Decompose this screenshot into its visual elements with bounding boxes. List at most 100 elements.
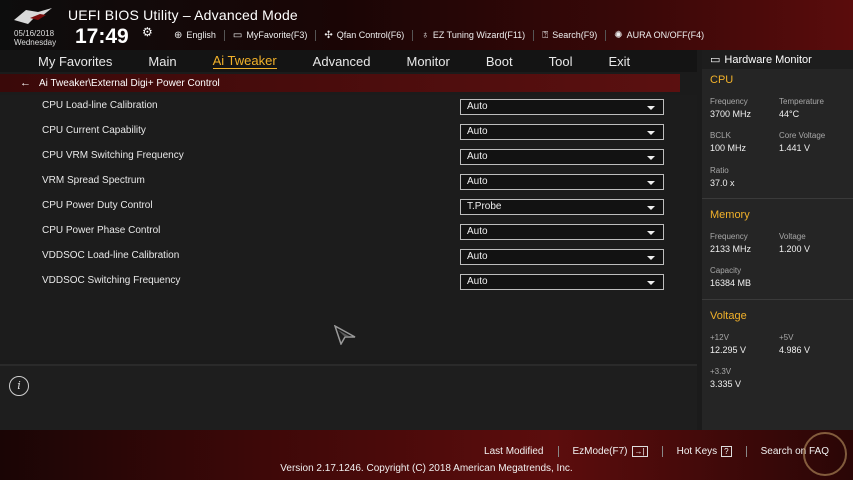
chevron-down-icon [647, 181, 655, 185]
tab-monitor[interactable]: Monitor [407, 54, 450, 69]
bottom-links: Last Modified EzMode(F7) →| Hot Keys ? S… [470, 446, 843, 457]
toolbar-aura-label: AURA ON/OFF(F4) [626, 30, 705, 40]
chevron-down-icon [647, 281, 655, 285]
monitor-icon: ▭ [710, 54, 721, 66]
setting-dropdown[interactable]: Auto [460, 224, 664, 240]
tab-advanced[interactable]: Advanced [313, 54, 371, 69]
chevron-down-icon [647, 206, 655, 210]
setting-row[interactable]: VDDSOC Load-line Calibration Auto [0, 245, 697, 270]
setting-value: Auto [467, 226, 488, 237]
ezmode-label: EzMode(F7) [572, 446, 628, 457]
settings-panel: CPU Load-line Calibration Auto CPU Curre… [0, 95, 697, 360]
core-voltage-label: Core Voltage [779, 131, 826, 140]
setting-label: CPU Current Capability [42, 125, 146, 136]
tab-main[interactable]: Main [148, 54, 176, 69]
v12-label: +12V [710, 333, 729, 342]
tab-my-favorites[interactable]: My Favorites [38, 54, 112, 69]
tab-exit[interactable]: Exit [608, 54, 630, 69]
breadcrumb-path: Ai Tweaker\External Digi+ Power Control [39, 77, 220, 89]
main-menu: My Favorites Main Ai Tweaker Advanced Mo… [0, 50, 697, 72]
setting-dropdown[interactable]: Auto [460, 124, 664, 140]
setting-value: Auto [467, 126, 488, 137]
setting-row[interactable]: CPU Load-line Calibration Auto [0, 95, 697, 120]
setting-dropdown[interactable]: Auto [460, 174, 664, 190]
setting-row[interactable]: CPU Current Capability Auto [0, 120, 697, 145]
date-text: 05/16/2018 [14, 29, 55, 38]
cpu-temperature-label: Temperature [779, 97, 824, 106]
setting-value: Auto [467, 251, 488, 262]
last-modified-button[interactable]: Last Modified [470, 446, 557, 457]
toolbar-language-label: English [186, 30, 216, 40]
setting-row[interactable]: VDDSOC Switching Frequency Auto [0, 270, 697, 295]
cpu-temperature-value: 44°C [779, 109, 800, 119]
setting-row[interactable]: CPU Power Duty Control T.Probe [0, 195, 697, 220]
setting-row[interactable]: CPU Power Phase Control Auto [0, 220, 697, 245]
setting-dropdown[interactable]: Auto [460, 149, 664, 165]
setting-label: CPU Power Duty Control [42, 200, 153, 211]
help-panel: i [0, 364, 697, 430]
v5-value: 4.986 V [779, 345, 811, 355]
setting-label: CPU VRM Switching Frequency [42, 150, 184, 161]
toolbar-myfavorite[interactable]: ▭ MyFavorite(F3) [223, 29, 315, 41]
app-title: UEFI BIOS Utility – Advanced Mode [68, 7, 298, 23]
chevron-down-icon [647, 231, 655, 235]
globe-icon: ⊕ [174, 29, 183, 41]
memory-section-title: Memory [710, 209, 750, 221]
memory-frequency-value: 2133 MHz [710, 244, 752, 254]
search-icon: ⍰ [542, 29, 549, 41]
core-voltage-value: 1.441 V [779, 143, 811, 153]
tab-ai-tweaker[interactable]: Ai Tweaker [212, 53, 277, 69]
setting-dropdown[interactable]: T.Probe [460, 199, 664, 215]
cpu-section-title: CPU [710, 74, 734, 86]
gear-icon[interactable]: ⚙ [142, 25, 153, 39]
setting-label: CPU Load-line Calibration [42, 100, 158, 111]
bclk-label: BCLK [710, 131, 731, 140]
top-header: UEFI BIOS Utility – Advanced Mode 05/16/… [0, 0, 853, 50]
chevron-down-icon [647, 131, 655, 135]
last-modified-label: Last Modified [484, 446, 544, 457]
question-icon: ? [721, 446, 732, 457]
hardware-monitor-title: Hardware Monitor [724, 53, 812, 66]
rog-logo-icon [14, 8, 52, 24]
exit-arrow-icon: →| [631, 446, 648, 457]
breadcrumb[interactable]: ← Ai Tweaker\External Digi+ Power Contro… [0, 74, 680, 92]
chevron-down-icon [647, 256, 655, 260]
favorite-icon: ▭ [232, 29, 243, 41]
tab-tool[interactable]: Tool [549, 54, 573, 69]
toolbar-language[interactable]: ⊕ English [166, 30, 224, 41]
setting-row[interactable]: CPU VRM Switching Frequency Auto [0, 145, 697, 170]
setting-dropdown[interactable]: Auto [460, 99, 664, 115]
hw-divider [702, 198, 853, 199]
toolbar-myfavorite-label: MyFavorite(F3) [246, 30, 308, 40]
v33-value: 3.335 V [710, 379, 742, 389]
bulb-icon: ♁ [421, 29, 429, 41]
memory-capacity-label: Capacity [710, 266, 742, 275]
setting-label: CPU Power Phase Control [42, 225, 161, 236]
info-icon[interactable]: i [9, 376, 29, 396]
setting-label: VDDSOC Load-line Calibration [42, 250, 180, 261]
memory-voltage-value: 1.200 V [779, 244, 811, 254]
hw-divider [702, 299, 853, 300]
ezmode-button[interactable]: EzMode(F7) →| [557, 446, 662, 457]
toolbar-search[interactable]: ⍰ Search(F9) [533, 29, 605, 41]
toolbar-qfan[interactable]: ✣ Qfan Control(F6) [315, 29, 412, 41]
hotkeys-label: Hot Keys [676, 446, 718, 457]
toolbar-aura[interactable]: ✺ AURA ON/OFF(F4) [605, 29, 712, 41]
voltage-section-title: Voltage [710, 310, 747, 322]
memory-voltage-label: Voltage [779, 232, 806, 241]
back-arrow-icon[interactable]: ← [20, 77, 31, 89]
ratio-value: 37.0 x [710, 178, 735, 188]
toolbar-ez-tuning[interactable]: ♁ EZ Tuning Wizard(F11) [412, 29, 533, 41]
setting-dropdown[interactable]: Auto [460, 249, 664, 265]
version-text: Version 2.17.1246. Copyright (C) 2018 Am… [280, 463, 573, 474]
chevron-down-icon [647, 106, 655, 110]
setting-value: Auto [467, 176, 488, 187]
setting-dropdown[interactable]: Auto [460, 274, 664, 290]
toolbar: ⊕ English ▭ MyFavorite(F3) ✣ Qfan Contro… [166, 28, 712, 42]
fan-icon: ✣ [324, 29, 333, 41]
hotkeys-button[interactable]: Hot Keys ? [661, 446, 746, 457]
tab-boot[interactable]: Boot [486, 54, 513, 69]
setting-row[interactable]: VRM Spread Spectrum Auto [0, 170, 697, 195]
watermark-logo-icon [803, 432, 847, 476]
memory-capacity-value: 16384 MB [710, 278, 752, 288]
